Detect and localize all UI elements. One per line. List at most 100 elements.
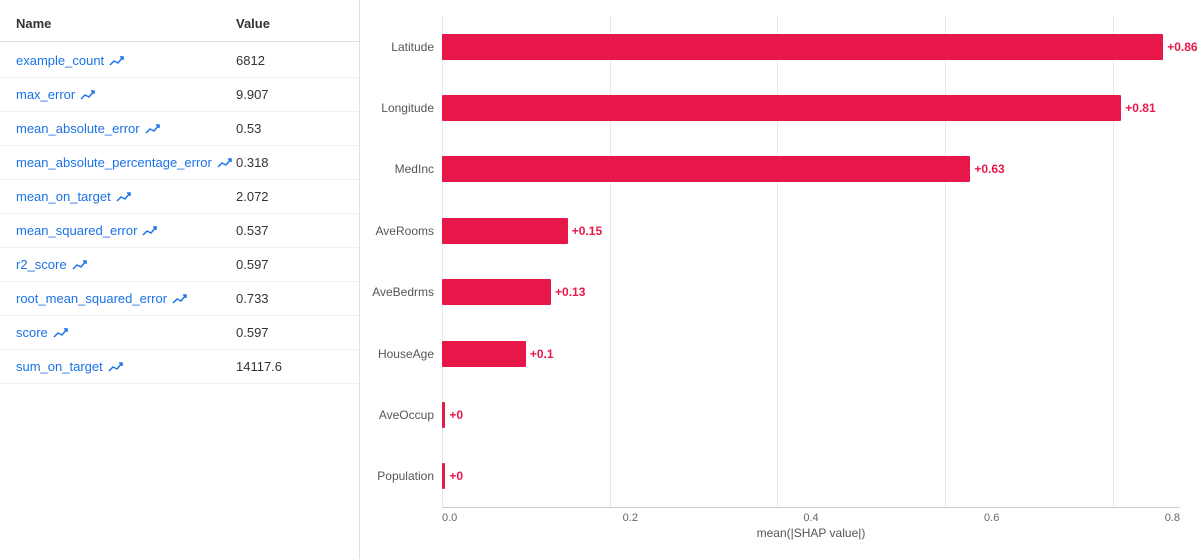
table-row: mean_absolute_error 0.53	[0, 112, 359, 146]
row-name: score	[16, 325, 236, 340]
y-axis-label: AveOccup	[370, 409, 434, 421]
trend-icon	[172, 293, 188, 305]
trend-chart-icon	[142, 225, 158, 237]
trend-chart-icon	[53, 327, 69, 339]
bar: +0.1	[442, 341, 526, 367]
x-tick-label: 0.6	[984, 512, 999, 524]
metric-link[interactable]: sum_on_target	[16, 359, 103, 374]
table-row: mean_absolute_percentage_error 0.318	[0, 146, 359, 180]
y-axis-label: HouseAge	[370, 348, 434, 360]
metric-value: 14117.6	[236, 359, 282, 374]
row-name: mean_on_target	[16, 189, 236, 204]
bar-value-label: +0.1	[530, 347, 554, 361]
trend-chart-icon	[80, 89, 96, 101]
y-axis-label: AveRooms	[370, 225, 434, 237]
bar-value-label: +0	[449, 408, 463, 422]
trend-chart-icon	[72, 259, 88, 271]
y-axis-label: Longitude	[370, 102, 434, 114]
metric-link[interactable]: example_count	[16, 53, 104, 68]
bar-row: +0.13	[442, 272, 1180, 312]
y-axis-label: AveBedrms	[370, 286, 434, 298]
bars-area: +0.86 +0.81 +0.63 +0.15 +0.13 +0.1 +0 +0	[442, 16, 1180, 507]
trend-icon	[80, 89, 96, 101]
bar: +0	[442, 402, 445, 428]
bar-row: +0	[442, 456, 1180, 496]
chart-container: Latitude Longitude MedInc AveRooms AveBedrms…	[370, 16, 1180, 543]
bar-value-label: +0.13	[555, 285, 585, 299]
table-row: mean_squared_error 0.537	[0, 214, 359, 248]
trend-chart-icon	[108, 361, 124, 373]
bar-row: +0.63	[442, 149, 1180, 189]
bar-value-label: +0.81	[1125, 101, 1155, 115]
row-name: max_error	[16, 87, 236, 102]
trend-icon	[217, 157, 233, 169]
metric-value: 0.537	[236, 223, 269, 238]
chart-plot-area: +0.86 +0.81 +0.63 +0.15 +0.13 +0.1 +0 +0 0.0 0.2…	[442, 16, 1180, 543]
row-name: mean_absolute_error	[16, 121, 236, 136]
table-row: r2_score 0.597	[0, 248, 359, 282]
metric-link[interactable]: mean_on_target	[16, 189, 111, 204]
metric-value: 0.318	[236, 155, 269, 170]
trend-chart-icon	[217, 157, 233, 169]
bar: +0.15	[442, 218, 568, 244]
bar-row: +0.15	[442, 211, 1180, 251]
bar-value-label: +0.63	[974, 162, 1004, 176]
bar-row: +0	[442, 395, 1180, 435]
y-axis-label: Latitude	[370, 41, 434, 53]
x-axis: 0.00.20.40.60.8 mean(|SHAP value|)	[442, 507, 1180, 543]
x-axis-title: mean(|SHAP value|)	[442, 526, 1180, 540]
trend-icon	[108, 361, 124, 373]
bar-value-label: +0.15	[572, 224, 602, 238]
table-header: Name Value	[0, 10, 359, 42]
row-name: sum_on_target	[16, 359, 236, 374]
chart-inner: Latitude Longitude MedInc AveRooms AveBedrms…	[370, 16, 1180, 543]
metrics-table: Name Value example_count 6812 max_error	[0, 0, 360, 559]
row-name: mean_squared_error	[16, 223, 236, 238]
table-body: example_count 6812 max_error 9.907 mean_…	[0, 44, 359, 384]
y-axis-label: MedInc	[370, 163, 434, 175]
x-tick-label: 0.4	[803, 512, 818, 524]
table-row: score 0.597	[0, 316, 359, 350]
trend-chart-icon	[145, 123, 161, 135]
metric-link[interactable]: mean_absolute_percentage_error	[16, 155, 212, 170]
row-name: mean_absolute_percentage_error	[16, 155, 236, 170]
bar-value-label: +0	[449, 469, 463, 483]
metric-value: 0.733	[236, 291, 269, 306]
metric-value: 0.597	[236, 325, 269, 340]
row-name: root_mean_squared_error	[16, 291, 236, 306]
trend-icon	[145, 123, 161, 135]
bar-row: +0.1	[442, 334, 1180, 374]
metric-value: 2.072	[236, 189, 269, 204]
metric-link[interactable]: max_error	[16, 87, 75, 102]
table-row: max_error 9.907	[0, 78, 359, 112]
metric-value: 6812	[236, 53, 265, 68]
metric-link[interactable]: score	[16, 325, 48, 340]
table-row: root_mean_squared_error 0.733	[0, 282, 359, 316]
metric-value: 0.597	[236, 257, 269, 272]
trend-chart-icon	[116, 191, 132, 203]
bar: +0.63	[442, 156, 970, 182]
metric-link[interactable]: root_mean_squared_error	[16, 291, 167, 306]
metric-link[interactable]: mean_absolute_error	[16, 121, 140, 136]
bar-row: +0.86	[442, 27, 1180, 67]
table-row: sum_on_target 14117.6	[0, 350, 359, 384]
bar: +0.86	[442, 34, 1163, 60]
x-tick-label: 0.2	[623, 512, 638, 524]
x-tick-label: 0.0	[442, 512, 457, 524]
y-axis-labels: Latitude Longitude MedInc AveRooms AveBedrms…	[370, 16, 442, 543]
trend-icon	[72, 259, 88, 271]
column-value-header: Value	[236, 16, 270, 31]
column-name-header: Name	[16, 16, 236, 31]
trend-icon	[109, 55, 125, 67]
row-name: r2_score	[16, 257, 236, 272]
bar: +0.13	[442, 279, 551, 305]
trend-chart-icon	[172, 293, 188, 305]
metric-value: 0.53	[236, 121, 261, 136]
trend-icon	[53, 327, 69, 339]
bar-value-label: +0.86	[1167, 40, 1197, 54]
trend-icon	[142, 225, 158, 237]
metric-value: 9.907	[236, 87, 269, 102]
bar: +0	[442, 463, 445, 489]
metric-link[interactable]: r2_score	[16, 257, 67, 272]
metric-link[interactable]: mean_squared_error	[16, 223, 137, 238]
